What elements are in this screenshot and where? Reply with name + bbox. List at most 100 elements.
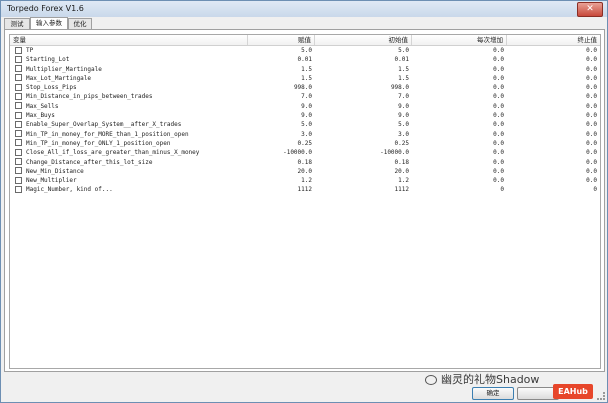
table-row[interactable]: New_Multiplier 1.2 1.2 0.0 0.0 xyxy=(10,176,600,185)
table-row[interactable]: New_Min_Distance 20.0 20.0 0.0 0.0 xyxy=(10,167,600,176)
param-step-cell[interactable]: 0.0 xyxy=(412,130,507,139)
table-row[interactable]: Enable_Super_Overlap_System__after_X_tra… xyxy=(10,120,600,129)
param-stop-cell[interactable]: 0.0 xyxy=(507,92,600,101)
resize-grip-icon[interactable] xyxy=(597,392,605,400)
table-row[interactable]: Magic_Number, kind of... 1112 1112 0 0 xyxy=(10,185,600,194)
param-start-cell[interactable]: 1.5 xyxy=(315,65,412,74)
optimize-checkbox[interactable] xyxy=(15,83,22,91)
optimize-checkbox[interactable] xyxy=(15,65,22,73)
tab-test[interactable]: 测试 xyxy=(4,18,30,29)
param-stop-cell[interactable]: 0.0 xyxy=(507,148,600,157)
param-start-cell[interactable]: 5.0 xyxy=(315,120,412,129)
table-row[interactable]: Max_Lot_Martingale 1.5 1.5 0.0 0.0 xyxy=(10,74,600,83)
param-value-cell[interactable]: 20.0 xyxy=(248,167,315,176)
optimize-checkbox[interactable] xyxy=(15,167,22,175)
table-row[interactable]: Min_TP_in_money_for_MORE_than_1_position… xyxy=(10,130,600,139)
optimize-checkbox[interactable] xyxy=(15,102,22,110)
table-row[interactable]: Close_All_if_loss_are_greater_than_minus… xyxy=(10,148,600,157)
table-row[interactable]: Min_Distance_in_pips_between_trades 7.0 7.… xyxy=(10,92,600,101)
close-button[interactable]: ✕ xyxy=(577,2,603,17)
param-value-cell[interactable]: 1.5 xyxy=(248,74,315,83)
param-start-cell[interactable]: 9.0 xyxy=(315,111,412,120)
param-stop-cell[interactable]: 0.0 xyxy=(507,55,600,64)
table-row[interactable]: TP 5.0 5.0 0.0 0.0 xyxy=(10,46,600,55)
param-start-cell[interactable]: 0.01 xyxy=(315,55,412,64)
optimize-checkbox[interactable] xyxy=(15,139,22,147)
param-stop-cell[interactable]: 0.0 xyxy=(507,176,600,185)
param-step-cell[interactable]: 0.0 xyxy=(412,148,507,157)
tab-optimization[interactable]: 优化 xyxy=(68,18,92,29)
param-start-cell[interactable]: 3.0 xyxy=(315,130,412,139)
param-stop-cell[interactable]: 0.0 xyxy=(507,74,600,83)
column-header-stop[interactable]: 终止值 xyxy=(507,35,600,45)
param-stop-cell[interactable]: 0.0 xyxy=(507,167,600,176)
param-start-cell[interactable]: -10000.0 xyxy=(315,148,412,157)
param-stop-cell[interactable]: 0.0 xyxy=(507,139,600,148)
param-value-cell[interactable]: 0.25 xyxy=(248,139,315,148)
param-step-cell[interactable]: 0.0 xyxy=(412,176,507,185)
param-step-cell[interactable]: 0.0 xyxy=(412,46,507,55)
param-stop-cell[interactable]: 0.0 xyxy=(507,83,600,92)
param-start-cell[interactable]: 5.0 xyxy=(315,46,412,55)
optimize-checkbox[interactable] xyxy=(15,55,22,63)
optimize-checkbox[interactable] xyxy=(15,148,22,156)
param-step-cell[interactable]: 0.0 xyxy=(412,111,507,120)
param-stop-cell[interactable]: 0.0 xyxy=(507,130,600,139)
param-value-cell[interactable]: 9.0 xyxy=(248,111,315,120)
param-step-cell[interactable]: 0.0 xyxy=(412,102,507,111)
param-value-cell[interactable]: 998.0 xyxy=(248,83,315,92)
optimize-checkbox[interactable] xyxy=(15,111,22,119)
param-step-cell[interactable]: 0.0 xyxy=(412,55,507,64)
table-row[interactable]: Starting_Lot 0.01 0.01 0.0 0.0 xyxy=(10,55,600,64)
param-step-cell[interactable]: 0.0 xyxy=(412,167,507,176)
table-row[interactable]: Max_Buys 9.0 9.0 0.0 0.0 xyxy=(10,111,600,120)
param-step-cell[interactable]: 0.0 xyxy=(412,139,507,148)
param-value-cell[interactable]: -10000.0 xyxy=(248,148,315,157)
param-start-cell[interactable]: 7.0 xyxy=(315,92,412,101)
param-value-cell[interactable]: 5.0 xyxy=(248,120,315,129)
param-stop-cell[interactable]: 0.0 xyxy=(507,65,600,74)
optimize-checkbox[interactable] xyxy=(15,185,22,193)
param-value-cell[interactable]: 3.0 xyxy=(248,130,315,139)
optimize-checkbox[interactable] xyxy=(15,130,22,138)
ok-button[interactable]: 确定 xyxy=(472,387,514,400)
param-step-cell[interactable]: 0.0 xyxy=(412,120,507,129)
param-start-cell[interactable]: 1.5 xyxy=(315,74,412,83)
column-header-start[interactable]: 初始值 xyxy=(315,35,412,45)
param-step-cell[interactable]: 0.0 xyxy=(412,92,507,101)
table-row[interactable]: Min_TP_in_money_for_ONLY_1_position_open… xyxy=(10,139,600,148)
param-value-cell[interactable]: 1112 xyxy=(248,185,315,194)
column-header-value[interactable]: 赋值 xyxy=(248,35,315,45)
param-value-cell[interactable]: 5.0 xyxy=(248,46,315,55)
param-value-cell[interactable]: 0.01 xyxy=(248,55,315,64)
param-stop-cell[interactable]: 0.0 xyxy=(507,120,600,129)
param-stop-cell[interactable]: 0 xyxy=(507,185,600,194)
param-start-cell[interactable]: 20.0 xyxy=(315,167,412,176)
param-stop-cell[interactable]: 0.0 xyxy=(507,102,600,111)
table-row[interactable]: Multiplier_Martingale 1.5 1.5 0.0 0.0 xyxy=(10,65,600,74)
param-start-cell[interactable]: 0.25 xyxy=(315,139,412,148)
optimize-checkbox[interactable] xyxy=(15,158,22,166)
param-start-cell[interactable]: 1112 xyxy=(315,185,412,194)
param-start-cell[interactable]: 998.0 xyxy=(315,83,412,92)
param-stop-cell[interactable]: 0.0 xyxy=(507,158,600,167)
param-start-cell[interactable]: 1.2 xyxy=(315,176,412,185)
param-value-cell[interactable]: 0.18 xyxy=(248,158,315,167)
optimize-checkbox[interactable] xyxy=(15,46,22,54)
param-start-cell[interactable]: 0.18 xyxy=(315,158,412,167)
param-value-cell[interactable]: 1.2 xyxy=(248,176,315,185)
table-row[interactable]: Max_Sells 9.0 9.0 0.0 0.0 xyxy=(10,102,600,111)
param-value-cell[interactable]: 7.0 xyxy=(248,92,315,101)
param-step-cell[interactable]: 0.0 xyxy=(412,83,507,92)
column-header-variable[interactable]: 变量 xyxy=(10,35,248,45)
param-step-cell[interactable]: 0.0 xyxy=(412,158,507,167)
param-stop-cell[interactable]: 0.0 xyxy=(507,46,600,55)
param-step-cell[interactable]: 0 xyxy=(412,185,507,194)
param-value-cell[interactable]: 1.5 xyxy=(248,65,315,74)
optimize-checkbox[interactable] xyxy=(15,176,22,184)
param-step-cell[interactable]: 0.0 xyxy=(412,65,507,74)
optimize-checkbox[interactable] xyxy=(15,74,22,82)
column-header-step[interactable]: 每次增加 xyxy=(412,35,507,45)
param-step-cell[interactable]: 0.0 xyxy=(412,74,507,83)
table-row[interactable]: Change_Distance_after_this_lot_size 0.18 0… xyxy=(10,158,600,167)
